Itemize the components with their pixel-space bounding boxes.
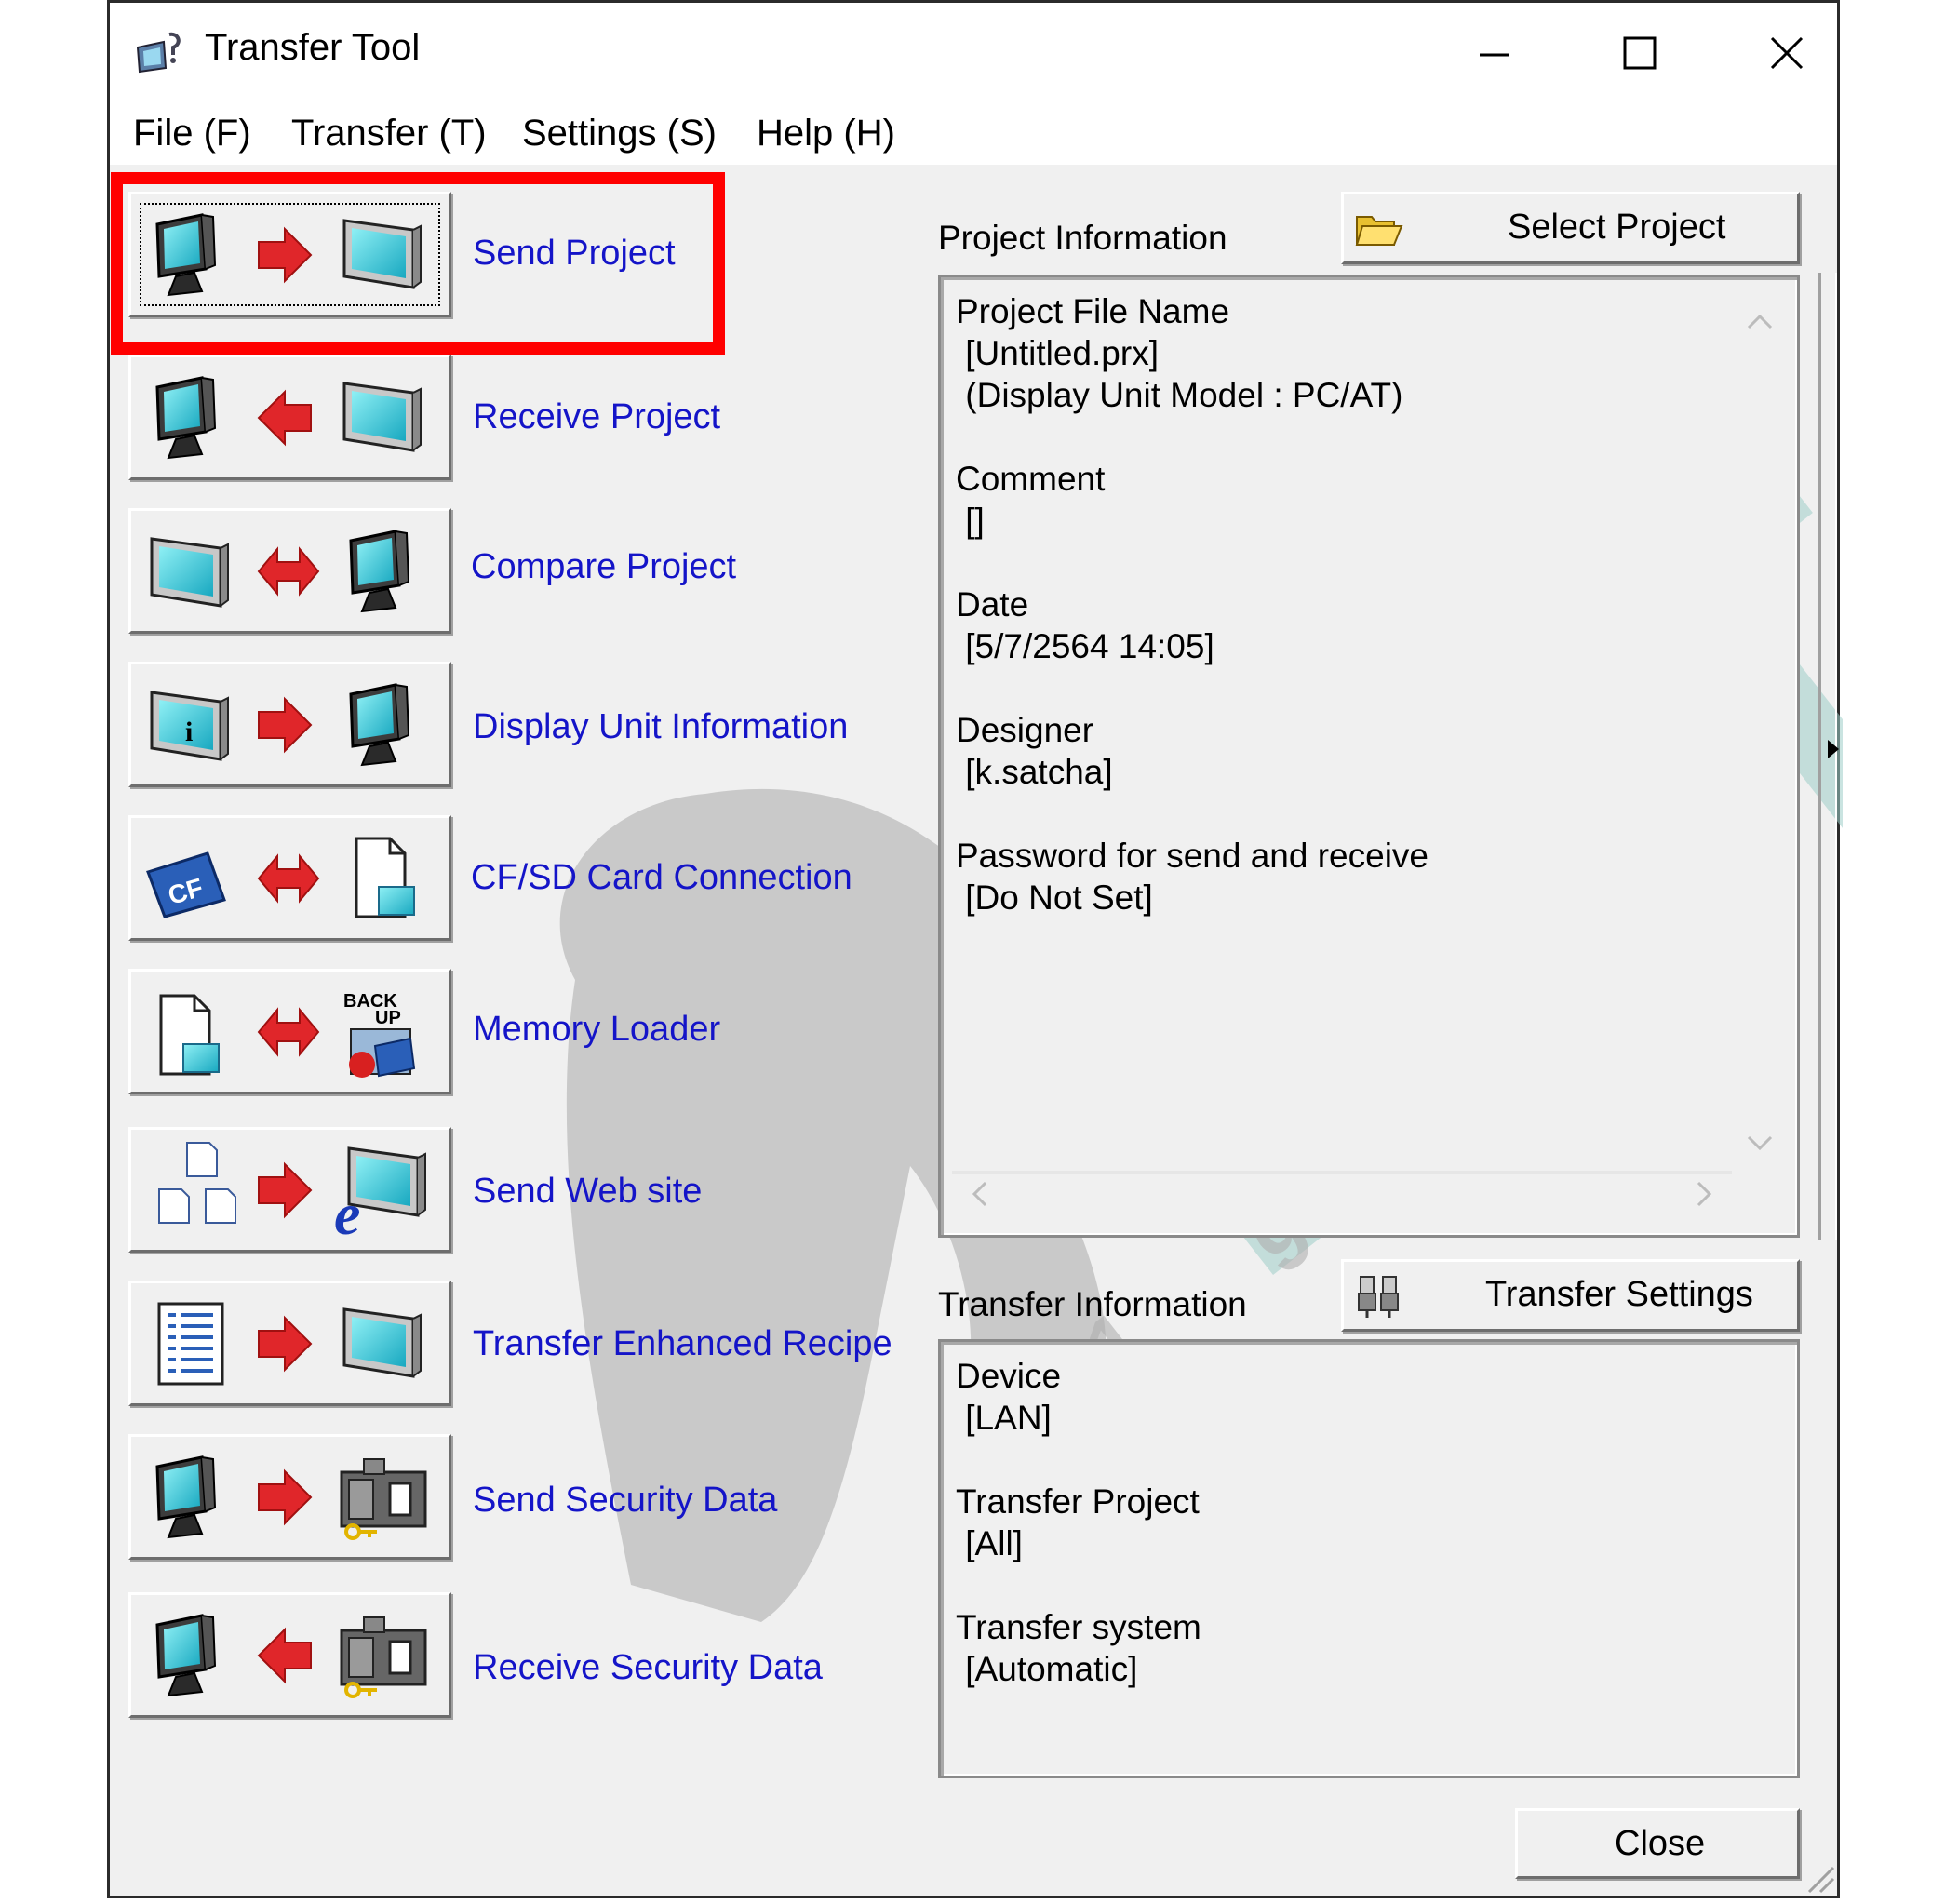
compare-project-button[interactable] [128, 508, 451, 634]
display-unit-information-button[interactable]: i [128, 662, 451, 787]
info-line: [Do Not Set] [956, 878, 1153, 917]
info-line: [All] [956, 1524, 1023, 1562]
transfer-settings-button[interactable]: Transfer Settings [1341, 1259, 1800, 1332]
svg-text:e: e [334, 1181, 360, 1247]
memory-loader-button[interactable]: BACK UP [128, 969, 451, 1094]
svg-text:UP: UP [375, 1008, 401, 1028]
scroll-down-icon[interactable] [1741, 1124, 1778, 1161]
info-line: Date [956, 585, 1029, 623]
usb-cable-icon [1358, 1276, 1399, 1318]
transfer-tool-app-icon [136, 32, 181, 74]
select-project-button[interactable]: Select Project [1341, 192, 1800, 264]
cf-sd-card-connection-icon: CF [146, 837, 416, 918]
scroll-right-icon[interactable] [1685, 1175, 1723, 1213]
info-line: [Automatic] [956, 1650, 1138, 1688]
info-line: Project File Name [956, 292, 1230, 330]
transfer-enhanced-recipe-label[interactable]: Transfer Enhanced Recipe [473, 1324, 892, 1364]
resize-grip-icon[interactable] [1800, 1858, 1837, 1896]
transfer-information-panel: Device [LAN] Transfer Project [All] Transf… [938, 1339, 1800, 1778]
info-line: Device [956, 1357, 1062, 1395]
scroll-up-icon[interactable] [1741, 303, 1778, 341]
receive-security-data-button[interactable] [128, 1592, 451, 1718]
minimize-button[interactable] [1457, 23, 1532, 83]
info-line: Transfer system [956, 1608, 1201, 1646]
info-line: Comment [956, 460, 1106, 498]
info-line: Transfer Project [956, 1482, 1200, 1521]
transfer-information-header: Transfer Information [938, 1285, 1247, 1323]
scroll-left-icon[interactable] [961, 1175, 999, 1213]
compare-project-label[interactable]: Compare Project [471, 547, 736, 587]
project-information-header: Project Information [938, 219, 1227, 257]
transfer-enhanced-recipe-icon [157, 1302, 423, 1386]
receive-project-label[interactable]: Receive Project [473, 397, 720, 437]
display-unit-information-icon: i [150, 683, 410, 767]
title-bar: Transfer Tool [110, 3, 1837, 103]
folder-icon [1355, 216, 1403, 246]
info-line: [LAN] [956, 1399, 1052, 1437]
display-unit-information-label[interactable]: Display Unit Information [473, 707, 848, 747]
info-line: [k.satcha] [956, 753, 1113, 791]
send-project-highlight-box [111, 172, 725, 355]
info-line: [Untitled.prx] [956, 334, 1159, 372]
receive-project-button[interactable] [128, 355, 451, 480]
expand-arrow-icon[interactable] [1826, 738, 1841, 760]
close-button[interactable]: Close [1515, 1808, 1800, 1879]
maximize-button[interactable] [1603, 23, 1677, 83]
window-title: Transfer Tool [205, 27, 421, 68]
send-security-data-button[interactable] [128, 1434, 451, 1560]
send-web-site-label[interactable]: Send Web site [473, 1172, 702, 1212]
menu-transfer[interactable]: Transfer (T) [291, 113, 487, 154]
transfer-tool-window: Transfer Tool File (F) Transfer (T) Sett… [107, 0, 1843, 1898]
menu-help[interactable]: Help (H) [757, 113, 895, 154]
menu-bar: File (F) Transfer (T) Settings (S) Help … [110, 103, 1837, 165]
horizontal-scrollbar[interactable] [952, 1171, 1732, 1174]
transfer-enhanced-recipe-button[interactable] [128, 1281, 451, 1406]
menu-file[interactable]: File (F) [133, 113, 251, 154]
info-line: [5/7/2564 14:05] [956, 627, 1214, 665]
maximize-icon [1623, 36, 1657, 70]
info-line: [] [956, 502, 985, 540]
send-security-data-icon [155, 1455, 427, 1540]
receive-security-data-icon [155, 1614, 427, 1698]
menu-settings[interactable]: Settings (S) [522, 113, 717, 154]
close-window-button[interactable] [1750, 23, 1824, 83]
send-web-site-icon: e [158, 1142, 427, 1247]
project-information-panel: Project File Name [Untitled.prx] (Displa… [938, 275, 1800, 1238]
receive-security-data-label[interactable]: Receive Security Data [473, 1648, 823, 1688]
send-security-data-label[interactable]: Send Security Data [473, 1481, 777, 1521]
receive-project-icon [155, 376, 423, 460]
info-line: Password for send and receive [956, 837, 1429, 875]
cf-sd-card-connection-button[interactable]: CF [128, 815, 451, 941]
info-line: (Display Unit Model : PC/AT) [956, 376, 1403, 414]
close-icon [1770, 36, 1804, 70]
memory-loader-icon: BACK UP [159, 991, 416, 1078]
svg-text:i: i [185, 717, 193, 747]
memory-loader-label[interactable]: Memory Loader [473, 1010, 720, 1050]
compare-project-icon [150, 530, 410, 613]
cf-sd-card-connection-label[interactable]: CF/SD Card Connection [471, 858, 852, 898]
send-web-site-button[interactable]: e [128, 1127, 451, 1253]
info-line: Designer [956, 711, 1094, 749]
minimize-icon [1480, 53, 1509, 57]
